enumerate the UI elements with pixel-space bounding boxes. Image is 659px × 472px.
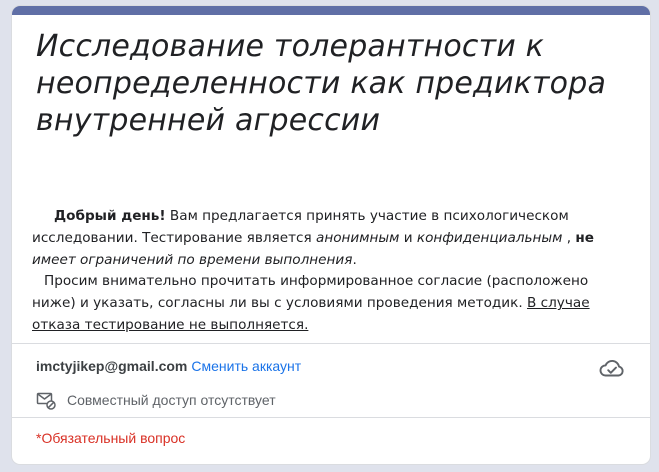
sharing-status-text: Совместный доступ отсутствует: [67, 392, 276, 408]
account-row: imctyjikep@gmail.com Сменить аккаунт: [36, 357, 301, 375]
divider: [12, 343, 650, 344]
form-title: Исследование толерантности к неопределен…: [36, 29, 607, 138]
switch-account-link[interactable]: Сменить аккаунт: [191, 358, 301, 374]
divider: [12, 417, 650, 418]
account-email: imctyjikep@gmail.com: [36, 358, 188, 374]
sharing-status: Совместный доступ отсутствует: [36, 390, 276, 410]
greeting: Добрый день!: [54, 208, 166, 224]
cloud-done-icon[interactable]: [598, 356, 626, 380]
description-paragraph-1: Добрый день! Вам предлагается принять уч…: [32, 208, 594, 268]
description-paragraph-2: Просим внимательно прочитать информирова…: [32, 273, 590, 333]
required-question-note: *Обязательный вопрос: [36, 430, 186, 446]
form-description: Добрый день! Вам предлагается принять уч…: [32, 206, 632, 337]
mail-blocked-icon: [36, 390, 56, 410]
form-header-card: Исследование толерантности к неопределен…: [12, 6, 650, 464]
accent-bar: [12, 6, 650, 15]
